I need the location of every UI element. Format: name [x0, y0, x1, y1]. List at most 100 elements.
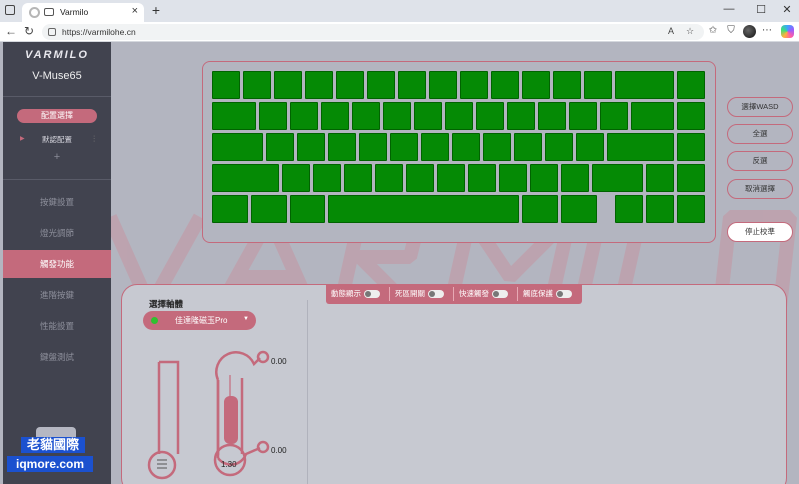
keyboard-key[interactable]	[212, 133, 264, 161]
keyboard-key[interactable]	[212, 195, 248, 223]
keyboard-key[interactable]	[444, 102, 473, 130]
keyboard-key[interactable]	[576, 133, 605, 161]
keyboard-key[interactable]	[274, 71, 302, 99]
copilot-icon[interactable]	[781, 25, 794, 38]
keyboard-key[interactable]	[305, 71, 333, 99]
keyboard-key[interactable]	[212, 71, 240, 99]
keyboard-key[interactable]	[475, 102, 504, 130]
keyboard-key[interactable]	[413, 102, 442, 130]
extensions-icon[interactable]: ⛉	[724, 25, 738, 36]
menu-trigger-function[interactable]: 觸發功能	[3, 250, 111, 278]
config-item-default[interactable]: ▶ 默認配置 ⋮	[20, 134, 98, 146]
keyboard-key[interactable]	[359, 133, 388, 161]
keyboard-key[interactable]	[328, 195, 519, 223]
keyboard-key[interactable]	[599, 102, 628, 130]
keyboard-key[interactable]	[250, 195, 287, 223]
keyboard-key[interactable]	[367, 71, 395, 99]
keyboard-key[interactable]	[212, 164, 279, 192]
keyboard-key[interactable]	[498, 164, 527, 192]
stop-calibration-button[interactable]: 停止校準	[727, 222, 793, 242]
more-vertical-icon[interactable]: ⋮	[91, 134, 99, 143]
keyboard-key[interactable]	[320, 102, 349, 130]
menu-advanced-keys[interactable]: 進階按鍵	[3, 281, 111, 309]
keyboard-key[interactable]	[289, 195, 326, 223]
menu-performance[interactable]: 性能設置	[3, 312, 111, 340]
url-field[interactable]: https://varmilohe.cn A ☆	[42, 24, 704, 40]
config-select-button[interactable]: 配置選擇	[17, 109, 97, 123]
plus-icon[interactable]: +	[149, 3, 163, 18]
keyboard-key[interactable]	[607, 133, 674, 161]
keyboard-key[interactable]	[537, 102, 566, 130]
keyboard-key[interactable]	[630, 102, 674, 130]
keyboard-key[interactable]	[646, 195, 674, 223]
keyboard-key[interactable]	[677, 71, 705, 99]
add-config-button[interactable]: +	[3, 151, 111, 163]
keyboard-key[interactable]	[483, 133, 512, 161]
keyboard-key[interactable]	[374, 164, 403, 192]
select-wasd-button[interactable]: 選擇WASD	[727, 97, 793, 117]
keyboard-key[interactable]	[351, 102, 380, 130]
keyboard-key[interactable]	[615, 71, 674, 99]
favorite-icon[interactable]: ☆	[686, 26, 694, 37]
deselect-button[interactable]: 取消選擇	[727, 179, 793, 199]
menu-keyboard-test[interactable]: 鍵盤測試	[3, 343, 111, 371]
menu-key-settings[interactable]: 按鍵設置	[3, 188, 111, 216]
keyboard-key[interactable]	[646, 164, 674, 192]
minimize-icon[interactable]: —	[720, 3, 738, 15]
keyboard-key[interactable]	[553, 71, 581, 99]
toggle-bottom-protection[interactable]: 觸底保護	[518, 284, 572, 304]
keyboard-key[interactable]	[560, 195, 597, 223]
keyboard-key[interactable]	[212, 102, 256, 130]
toggle-rapid-trigger[interactable]: 快速觸發	[454, 284, 508, 304]
invert-selection-button[interactable]: 反選	[727, 151, 793, 171]
keyboard-key[interactable]	[677, 164, 705, 192]
toggle-switch[interactable]	[556, 290, 572, 299]
favorites-icon[interactable]: ✩	[706, 25, 720, 36]
keyboard-key[interactable]	[297, 133, 326, 161]
toggle-switch[interactable]	[428, 290, 444, 299]
keyboard-key[interactable]	[677, 195, 705, 223]
read-aloud-icon[interactable]: A	[668, 26, 674, 36]
keyboard-key[interactable]	[436, 164, 465, 192]
keyboard-key[interactable]	[312, 164, 341, 192]
more-icon[interactable]: ⋯	[760, 25, 774, 36]
keyboard-key[interactable]	[545, 133, 574, 161]
keyboard-key[interactable]	[382, 102, 411, 130]
keyboard-key[interactable]	[522, 71, 550, 99]
browser-tab[interactable]: Varmilo ×	[22, 3, 144, 22]
switch-select-dropdown[interactable]: 佳達隆磁玉Pro ▼	[143, 311, 256, 330]
toggle-dynamic-display[interactable]: 動態顯示	[326, 284, 380, 304]
keyboard-key[interactable]	[506, 102, 535, 130]
keyboard-key[interactable]	[452, 133, 481, 161]
keyboard-key[interactable]	[591, 164, 643, 192]
tab-menu-icon[interactable]	[5, 5, 15, 15]
keyboard-key[interactable]	[421, 133, 450, 161]
profile-avatar[interactable]	[743, 25, 756, 38]
toggle-switch[interactable]	[364, 290, 380, 299]
keyboard-key[interactable]	[615, 195, 643, 223]
keyboard-key[interactable]	[289, 102, 318, 130]
keyboard-key[interactable]	[390, 133, 419, 161]
back-icon[interactable]: ←	[4, 24, 18, 39]
close-icon[interactable]: ×	[132, 5, 138, 17]
keyboard-key[interactable]	[243, 71, 271, 99]
keyboard-key[interactable]	[328, 133, 357, 161]
keyboard-key[interactable]	[336, 71, 364, 99]
keyboard-key[interactable]	[584, 71, 612, 99]
maximize-icon[interactable]: ☐	[752, 3, 770, 16]
keyboard-key[interactable]	[522, 195, 558, 223]
keyboard-key[interactable]	[491, 71, 519, 99]
menu-lighting[interactable]: 燈光調節	[3, 219, 111, 247]
keyboard-key[interactable]	[258, 102, 287, 130]
keyboard-key[interactable]	[343, 164, 372, 192]
keyboard-key[interactable]	[529, 164, 558, 192]
keyboard-key[interactable]	[460, 71, 488, 99]
keyboard-key[interactable]	[568, 102, 597, 130]
reload-icon[interactable]: ↻	[22, 24, 36, 39]
keyboard-key[interactable]	[266, 133, 295, 161]
keyboard-key[interactable]	[514, 133, 543, 161]
toggle-switch[interactable]	[492, 290, 508, 299]
keyboard-key[interactable]	[281, 164, 310, 192]
keyboard-key[interactable]	[429, 71, 457, 99]
close-window-icon[interactable]: ✕	[778, 3, 796, 16]
